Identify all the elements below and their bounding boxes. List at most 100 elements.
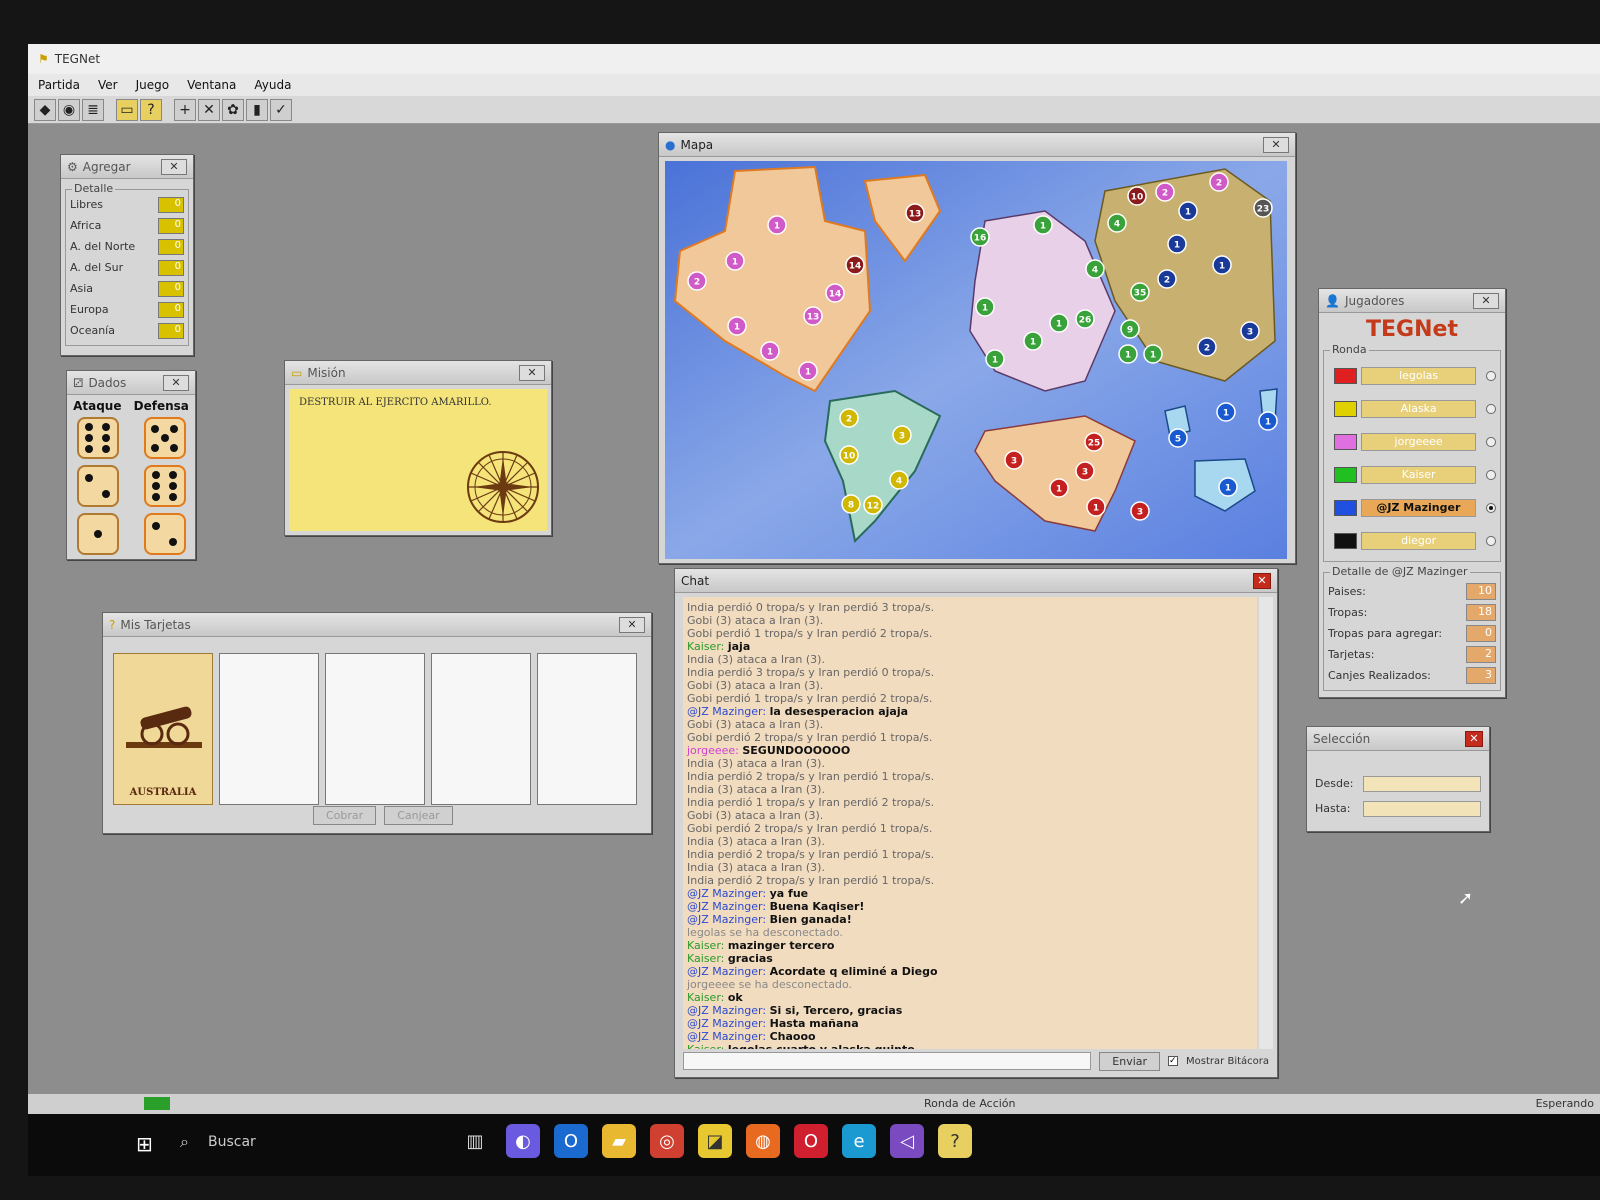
chat-author: Kaiser: [687,991,725,1004]
end-turn-icon[interactable]: ✓ [270,98,292,121]
player-row[interactable]: Kaiser [1328,458,1496,491]
player-radio[interactable] [1486,403,1496,414]
card-australia[interactable]: AUSTRALIA [113,653,213,805]
mission-icon[interactable]: ▭ [116,98,138,121]
army-count: 1 [982,304,988,314]
agregar-row-value[interactable]: 0 [158,301,184,318]
menu-ayuda[interactable]: Ayuda [254,78,291,92]
visual-studio-icon[interactable]: ◁ [890,1124,924,1158]
player-row[interactable]: @JZ Mazinger [1328,491,1496,524]
army-count: 2 [694,278,700,288]
app-icon: ⚑ [38,52,49,66]
search-icon[interactable]: ⌕ [180,1132,189,1152]
cobrar-button[interactable]: Cobrar [313,806,377,825]
menu-partida[interactable]: Partida [38,78,80,92]
regroup-icon[interactable]: ✿ [222,98,244,121]
close-icon[interactable]: ✕ [619,616,645,633]
file-explorer-icon[interactable]: ▰ [602,1124,636,1158]
player-radio[interactable] [1486,469,1496,480]
chat-line: India (3) ataca a Iran (3). [687,653,1253,666]
agregar-row-value[interactable]: 0 [158,280,184,297]
player-row[interactable]: Alaska [1328,392,1496,425]
agregar-row: A. del Norte 0 [70,236,184,257]
player-row[interactable]: jorgeeee [1328,425,1496,458]
agregar-row-label: Europa [70,303,109,316]
army-count: 10 [1131,193,1144,203]
chat-line: India perdió 2 tropa/s y Iran perdió 1 t… [687,848,1253,861]
copilot-icon[interactable]: ◐ [506,1124,540,1158]
outlook-icon[interactable]: O [554,1124,588,1158]
close-icon[interactable]: ✕ [1263,136,1289,153]
desde-field[interactable] [1363,775,1481,792]
agregar-row-value[interactable]: 0 [158,322,184,339]
get-card-icon[interactable]: ▮ [246,98,268,121]
chat-line: Gobi (3) ataca a Iran (3). [687,614,1253,627]
chat-scrollbar[interactable] [1259,597,1273,1049]
taskbar-search[interactable]: Buscar [208,1134,256,1150]
chat-line: India perdió 3 tropa/s y Iran perdió 0 t… [687,666,1253,679]
army-count: 1 [1150,351,1156,361]
add-icon[interactable]: + [174,98,196,121]
bitacora-checkbox[interactable]: ✓ [1168,1056,1179,1066]
progress-indicator [144,1097,170,1110]
player-row[interactable]: legolas [1328,359,1496,392]
chat-event: India (3) ataca a Iran (3). [687,757,825,770]
connect-icon[interactable]: ◆ [34,98,56,121]
dice-icon[interactable]: ◉ [58,98,80,121]
agregar-row-label: Africa [70,219,102,232]
edge-icon[interactable]: e [842,1124,876,1158]
agregar-row-value[interactable]: 0 [158,217,184,234]
tegnet-taskbar-icon[interactable]: ? [938,1124,972,1158]
army-count: 13 [909,210,922,220]
chat-line: @JZ Mazinger: ya fue [687,887,1253,900]
close-icon[interactable]: ✕ [519,364,545,381]
player-row[interactable]: diegor [1328,524,1496,557]
army-count: 1 [734,323,740,333]
agregar-titlebar: ⚙ Agregar ✕ [61,155,193,179]
menu-juego[interactable]: Juego [136,78,170,92]
world-map[interactable]: 121111314113141611111264491 13510 22112132… [665,161,1287,559]
chat-window: Chat ✕ India perdió 0 tropa/s y Iran per… [674,568,1278,1078]
ronda-group: Ronda legolas Alaska jorgeeee Kaiser @JZ… [1323,343,1501,562]
attack-icon[interactable]: ✕ [198,98,220,121]
agregar-row-value[interactable]: 0 [158,259,184,276]
chat-author: @JZ Mazinger: [687,900,767,913]
task-view-icon[interactable]: ▥ [458,1124,492,1158]
tarjetas-icon: ? [109,617,116,632]
hasta-field[interactable] [1363,800,1481,817]
chat-line: India perdió 0 tropa/s y Iran perdió 3 t… [687,601,1253,614]
menu-ver[interactable]: Ver [98,78,118,92]
chat-line: India (3) ataca a Iran (3). [687,757,1253,770]
agregar-row-value[interactable]: 0 [158,238,184,255]
enviar-button[interactable]: Enviar [1099,1051,1161,1071]
menu-ventana[interactable]: Ventana [187,78,236,92]
agregar-row-value[interactable]: 0 [158,196,184,213]
card-icon[interactable]: ? [140,98,162,121]
card-slot-empty [325,653,425,805]
firefox-icon[interactable]: ◍ [746,1124,780,1158]
chrome-icon[interactable]: ◎ [650,1124,684,1158]
mision-window: ▭ Misión ✕ DESTRUIR AL EJERCITO AMARILLO… [284,360,552,536]
player-radio[interactable] [1486,502,1496,513]
close-icon[interactable]: ✕ [1473,292,1499,309]
player-radio[interactable] [1486,370,1496,381]
close-icon[interactable]: ✕ [1465,730,1483,747]
canjear-button[interactable]: Canjear [384,806,453,825]
close-icon[interactable]: ✕ [1253,572,1271,589]
sticky-notes-icon[interactable]: ◪ [698,1124,732,1158]
windows-start-icon[interactable]: ⊞ [136,1132,153,1156]
chat-event: India perdió 3 tropa/s y Iran perdió 0 t… [687,666,935,679]
player-radio[interactable] [1486,535,1496,546]
status-center: Ronda de Acción [924,1097,1016,1110]
chat-log[interactable]: India perdió 0 tropa/s y Iran perdió 3 t… [683,597,1257,1049]
chat-input[interactable] [683,1052,1092,1070]
close-icon[interactable]: ✕ [163,374,189,391]
player-color-swatch [1334,433,1357,450]
army-count: 23 [1257,205,1270,215]
mouse-cursor-icon: ➚ [1458,888,1474,909]
opera-icon[interactable]: O [794,1124,828,1158]
close-icon[interactable]: ✕ [161,158,187,175]
detalle-row-label: Tarjetas: [1328,648,1375,661]
player-radio[interactable] [1486,436,1496,447]
list-icon[interactable]: ≣ [82,98,104,121]
